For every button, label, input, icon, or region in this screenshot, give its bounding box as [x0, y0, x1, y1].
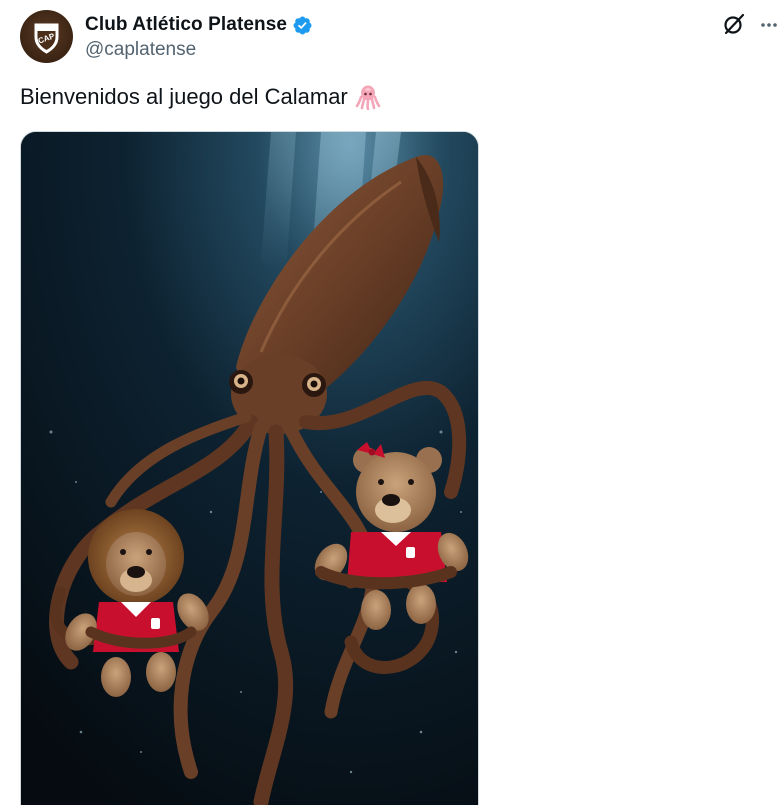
- cap-crest-icon: CAP: [34, 23, 59, 54]
- tweet-text-content: Bienvenidos al juego del Calamar: [20, 84, 348, 109]
- avatar[interactable]: CAP: [20, 10, 73, 63]
- author-names: Club Atlético Platense @caplatense: [85, 12, 313, 61]
- squid-emoji-icon: [355, 84, 381, 111]
- tweet-text: Bienvenidos al juego del Calamar: [20, 84, 381, 111]
- handle[interactable]: @caplatense: [85, 39, 313, 61]
- display-name[interactable]: Club Atlético Platense: [85, 14, 287, 36]
- tweet-image[interactable]: [20, 131, 479, 805]
- verified-badge-icon[interactable]: [292, 15, 313, 36]
- tweet: CAP Club Atlético Platense @caplatense B…: [0, 0, 777, 805]
- squid-mascots-illustration: [21, 132, 478, 805]
- more-icon[interactable]: [760, 18, 777, 32]
- tweet-header: CAP Club Atlético Platense @caplatense: [20, 10, 313, 63]
- grok-icon[interactable]: [722, 12, 746, 36]
- display-name-row: Club Atlético Platense: [85, 12, 313, 38]
